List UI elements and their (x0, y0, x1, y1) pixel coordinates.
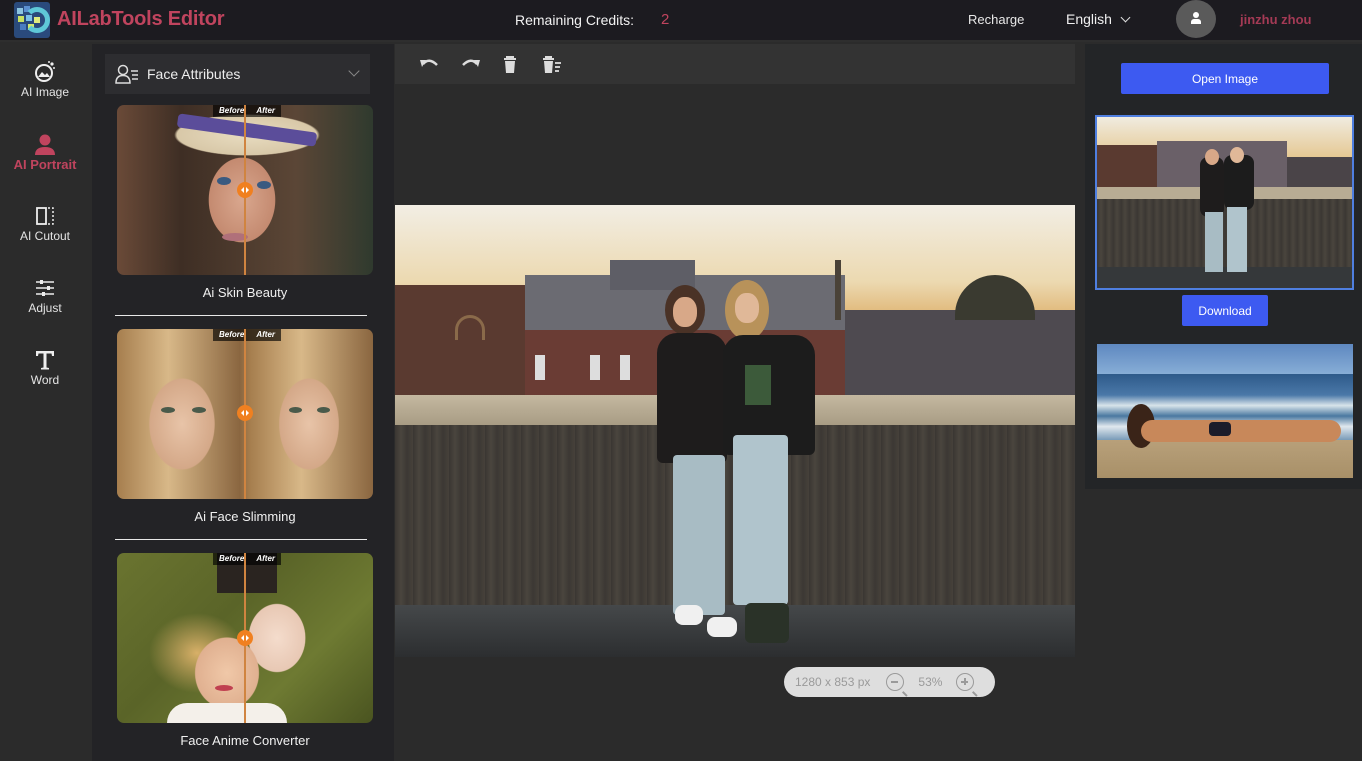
compare-handle-icon (237, 182, 253, 198)
zoom-in-icon[interactable] (956, 673, 975, 691)
username[interactable]: jinzhu zhou (1240, 12, 1311, 27)
rail-item-ai-portrait[interactable]: AI Portrait (0, 132, 90, 172)
card-title: Face Anime Converter (180, 733, 310, 748)
rail-item-label: AI Image (20, 85, 70, 99)
cutout-icon (0, 204, 90, 228)
text-icon (0, 348, 90, 372)
image-dimensions: 1280 x 853 px (795, 675, 871, 689)
redo-icon (459, 59, 481, 78)
image-library-panel: Open Image Download (1085, 44, 1362, 489)
edit-toolbar (395, 44, 1075, 84)
card-thumbnail: Before After (117, 329, 373, 499)
ailabtools-logo[interactable] (14, 2, 50, 38)
user-avatar-icon[interactable] (1176, 0, 1216, 38)
card-divider (115, 315, 367, 316)
credits-label: Remaining Credits: (515, 12, 635, 28)
rail-item-ai-image[interactable]: AI Image (0, 60, 90, 99)
thumbnail-selected[interactable] (1095, 115, 1354, 290)
feature-panel: Face Attributes Before After Ai Skin Beau… (92, 44, 394, 761)
redo-button[interactable] (459, 54, 481, 74)
zoom-out-icon[interactable] (886, 673, 905, 691)
sliders-icon (0, 276, 90, 300)
compare-handle-icon (237, 630, 253, 646)
card-divider (115, 539, 367, 540)
tool-rail: AI Image AI Portrait AI Cutout Adjust Wo… (0, 44, 92, 761)
card-thumbnail: Before After (117, 105, 373, 275)
before-after-label: Before After (213, 329, 282, 341)
zoom-level: 53% (918, 675, 943, 689)
download-button[interactable]: Download (1182, 295, 1268, 326)
rail-item-label: Adjust (28, 301, 62, 315)
ai-image-icon (0, 60, 90, 84)
app-title: AILabTools Editor (57, 8, 225, 30)
feature-card-face-slimming[interactable]: Before After Ai Face Slimming (115, 329, 373, 540)
rail-item-label: AI Cutout (19, 229, 71, 243)
chevron-down-icon (348, 65, 360, 77)
card-title: Ai Face Slimming (194, 509, 296, 524)
before-after-label: Before After (213, 105, 282, 117)
before-after-label: Before After (213, 553, 282, 565)
trash-list-icon (541, 56, 563, 78)
rail-item-adjust[interactable]: Adjust (0, 276, 90, 315)
rail-item-label: Word (30, 373, 60, 387)
delete-button[interactable] (501, 54, 523, 74)
rail-item-label: AI Portrait (13, 157, 77, 172)
rail-item-ai-cutout[interactable]: AI Cutout (0, 204, 90, 243)
thumbnail[interactable] (1097, 344, 1353, 478)
undo-icon (419, 59, 441, 78)
feature-card-skin-beauty[interactable]: Before After Ai Skin Beauty (115, 105, 373, 316)
compare-handle-icon (237, 405, 253, 421)
recharge-link[interactable]: Recharge (968, 12, 1024, 27)
card-thumbnail: Before After (117, 553, 373, 723)
undo-button[interactable] (419, 54, 441, 74)
open-image-button[interactable]: Open Image (1121, 63, 1329, 94)
feature-card-anime-converter[interactable]: Before After Face Anime Converter (117, 553, 373, 748)
language-label: English (1066, 11, 1112, 27)
dropdown-label: Face Attributes (147, 66, 241, 82)
chevron-down-icon (1120, 12, 1131, 22)
portrait-icon (0, 132, 90, 156)
language-select[interactable]: English (1066, 11, 1131, 27)
face-attributes-icon (115, 64, 139, 84)
trash-icon (501, 56, 523, 78)
main-canvas-image[interactable] (395, 205, 1075, 657)
zoom-control: 1280 x 853 px 53% (784, 667, 995, 697)
clear-all-button[interactable] (541, 54, 563, 74)
top-bar: AILabTools Editor Remaining Credits: 2 R… (0, 0, 1362, 42)
credits-value: 2 (661, 11, 670, 28)
rail-item-word[interactable]: Word (0, 348, 90, 387)
card-title: Ai Skin Beauty (202, 285, 288, 300)
face-attributes-dropdown[interactable]: Face Attributes (105, 54, 370, 94)
